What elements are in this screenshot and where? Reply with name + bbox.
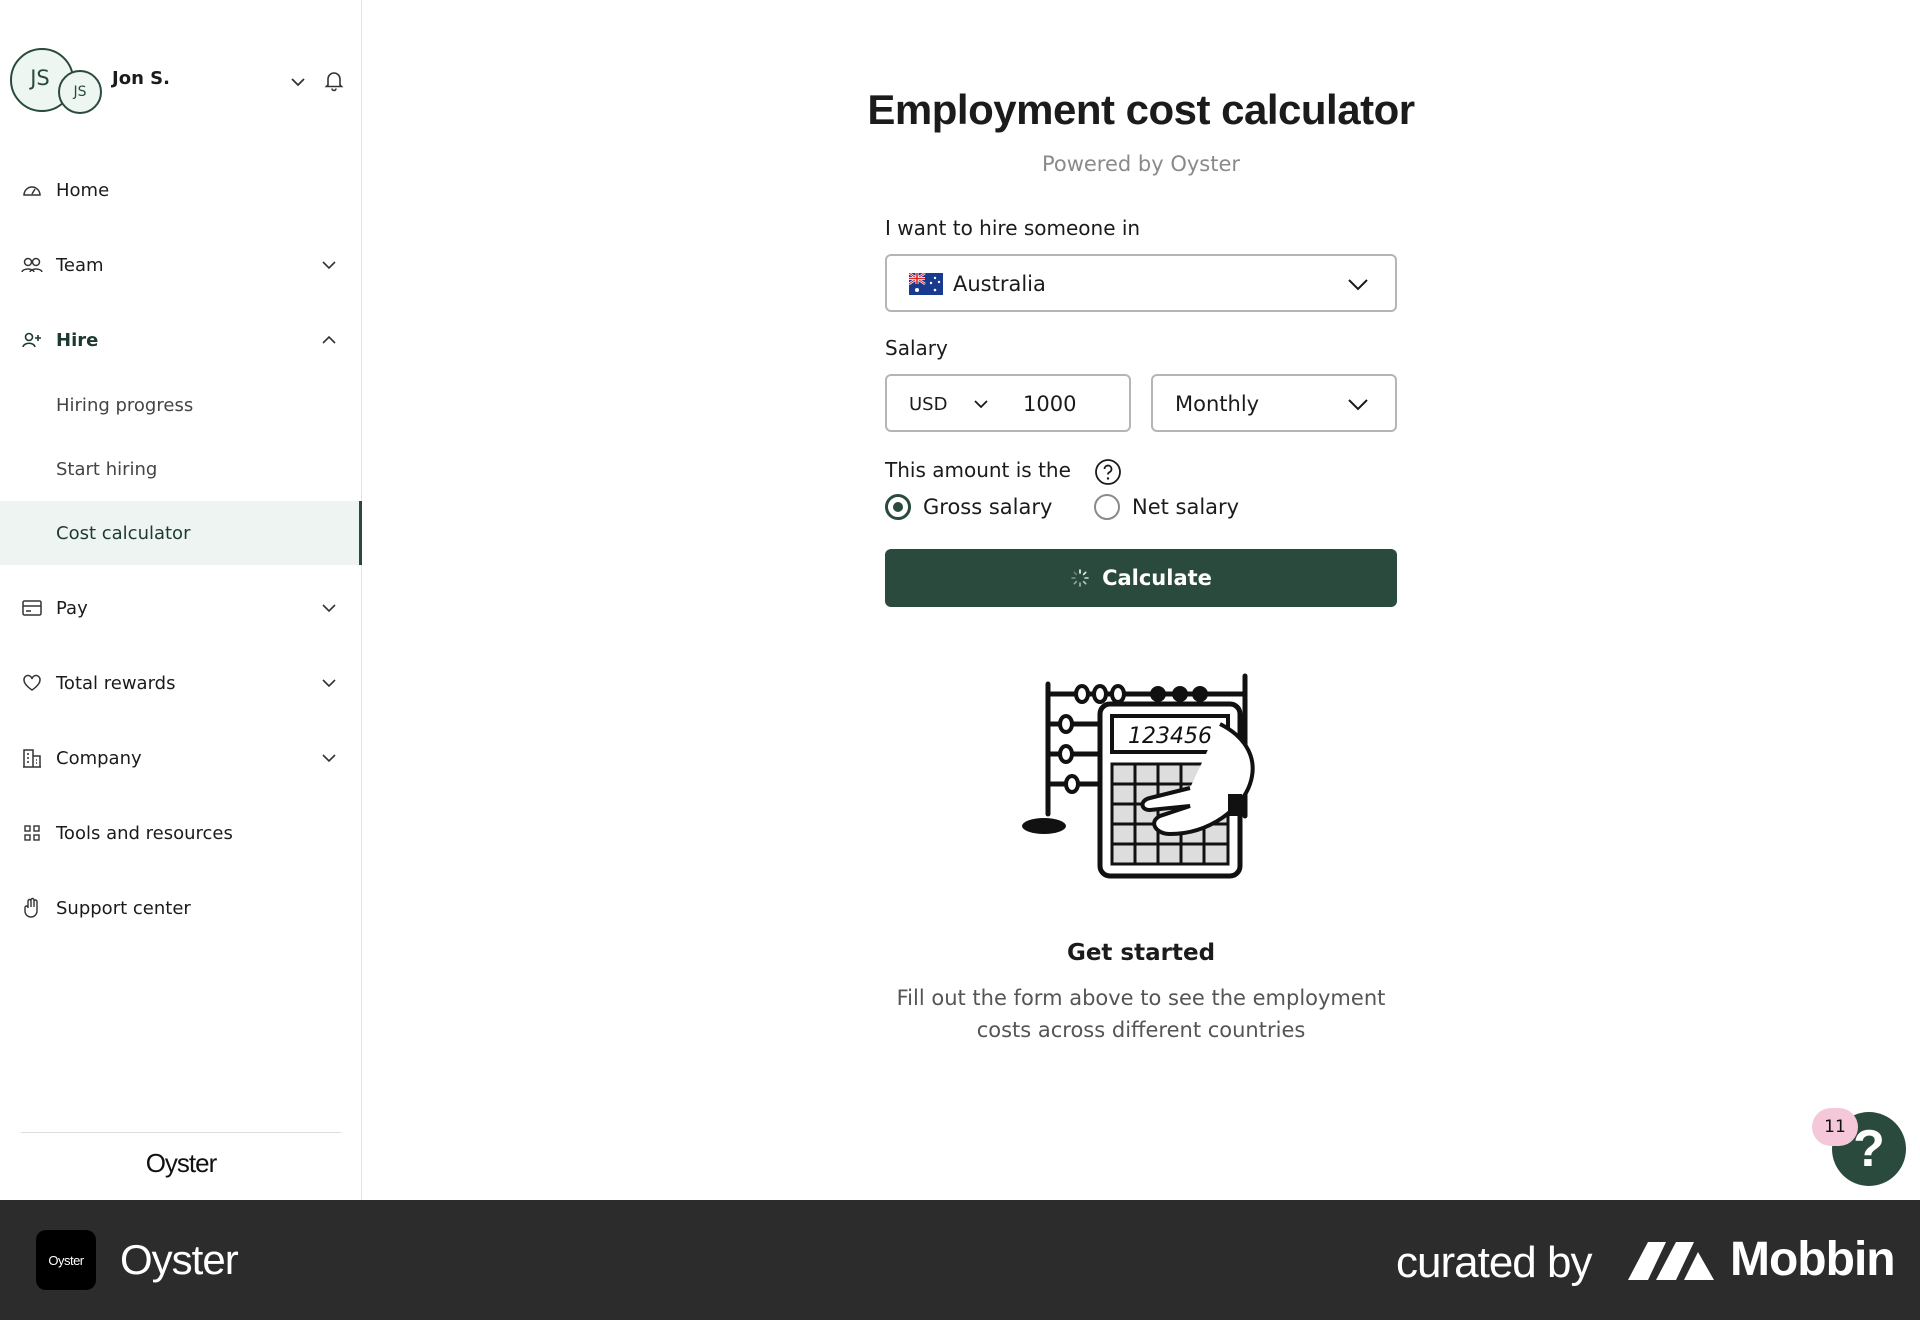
- radio-label: Net salary: [1132, 495, 1240, 519]
- page-title: Employment cost calculator: [867, 86, 1415, 133]
- amount-type-label: This amount is the: [885, 458, 1071, 482]
- oyster-logo: Oyster: [145, 1148, 218, 1178]
- salary-amount-field[interactable]: USD 1000: [885, 374, 1131, 432]
- heart-icon: [21, 672, 43, 694]
- salary-amount-input[interactable]: 1000: [1023, 392, 1076, 416]
- hand-icon: [21, 897, 43, 919]
- sidebar-item-label: Hiring progress: [56, 394, 194, 416]
- chevron-down-icon: [322, 604, 336, 613]
- sidebar-item-company[interactable]: Company: [0, 728, 362, 788]
- chevron-down-icon: [1348, 279, 1368, 291]
- sidebar-item-label: Support center: [56, 897, 191, 919]
- sidebar: JS JS Jon S. Home Team Hire Hiring progr…: [0, 0, 362, 1200]
- gauge-icon: [21, 179, 43, 201]
- sidebar-item-total-rewards[interactable]: Total rewards: [0, 653, 362, 713]
- app-name: Oyster: [120, 1236, 239, 1283]
- sidebar-item-team[interactable]: Team: [0, 235, 362, 295]
- card-icon: [21, 597, 43, 619]
- sidebar-item-label: Start hiring: [56, 458, 158, 480]
- svg-text:123456: 123456: [1128, 724, 1212, 749]
- bell-icon[interactable]: [322, 68, 346, 92]
- page-subtitle: Powered by Oyster: [1041, 152, 1241, 176]
- empty-state-text: Fill out the form above to see the emplo…: [896, 986, 1386, 1042]
- calculate-label: Calculate: [1102, 566, 1212, 590]
- divider: [21, 1132, 341, 1133]
- calculate-button[interactable]: Calculate: [885, 549, 1397, 607]
- radio-selected-indicator: [885, 494, 911, 520]
- question-circle-icon[interactable]: [1094, 458, 1122, 486]
- spinner-icon: [1071, 569, 1089, 587]
- building-icon: [21, 747, 43, 769]
- chevron-down-icon: [322, 261, 336, 270]
- chevron-down-icon[interactable]: [971, 394, 991, 414]
- sidebar-item-tools[interactable]: Tools and resources: [0, 803, 362, 863]
- sidebar-item-label: Home: [56, 179, 110, 201]
- empty-state-title: Get started: [1066, 940, 1216, 966]
- chevron-down-icon: [322, 679, 336, 688]
- australia-flag-icon: [909, 273, 943, 295]
- sidebar-item-start-hiring[interactable]: Start hiring: [0, 437, 362, 501]
- period-select[interactable]: Monthly: [1151, 374, 1397, 432]
- net-salary-radio[interactable]: Net salary: [1094, 492, 1239, 522]
- sidebar-item-label: Hire: [56, 329, 99, 351]
- curated-by-text: curated by: [1396, 1238, 1592, 1287]
- salary-label: Salary: [885, 336, 948, 360]
- sidebar-item-home[interactable]: Home: [0, 160, 362, 220]
- sidebar-item-label: Cost calculator: [56, 522, 191, 544]
- sidebar-item-label: Tools and resources: [56, 822, 233, 844]
- country-label: I want to hire someone in: [885, 216, 1141, 240]
- sidebar-item-label: Pay: [56, 597, 88, 619]
- period-value: Monthly: [1175, 392, 1260, 416]
- avatar-secondary: JS: [58, 70, 102, 114]
- radio-indicator: [1094, 494, 1120, 520]
- notification-badge: 11: [1812, 1108, 1858, 1146]
- sidebar-item-pay[interactable]: Pay: [0, 578, 362, 638]
- user-plus-icon: [21, 329, 43, 351]
- sidebar-item-hiring-progress[interactable]: Hiring progress: [0, 373, 362, 437]
- grid-icon: [21, 822, 43, 844]
- currency-select[interactable]: USD: [909, 394, 947, 415]
- user-name[interactable]: Jon S.: [112, 68, 170, 89]
- mobbin-logo-icon: [1628, 1242, 1714, 1280]
- app-icon: Oyster: [36, 1230, 96, 1290]
- sidebar-item-cost-calculator[interactable]: Cost calculator: [0, 501, 362, 565]
- footer-bar: Oyster Oyster curated by Mobbin: [0, 1200, 1920, 1320]
- country-value: Australia: [953, 272, 1046, 296]
- chevron-up-icon: [322, 335, 336, 344]
- chevron-down-icon: [322, 754, 336, 763]
- mobbin-wordmark: Mobbin: [1730, 1233, 1896, 1286]
- sidebar-item-label: Total rewards: [56, 672, 176, 694]
- sidebar-item-label: Company: [56, 747, 142, 769]
- user-menu[interactable]: JS JS Jon S.: [10, 48, 350, 114]
- sidebar-item-hire[interactable]: Hire: [0, 310, 362, 370]
- chevron-down-icon[interactable]: [288, 72, 308, 92]
- radio-label: Gross salary: [923, 495, 1053, 519]
- sidebar-item-support[interactable]: Support center: [0, 878, 362, 938]
- sidebar-item-label: Team: [56, 254, 104, 276]
- users-icon: [21, 254, 43, 276]
- gross-salary-radio[interactable]: Gross salary: [885, 492, 1052, 522]
- country-select[interactable]: Australia: [885, 254, 1397, 312]
- chevron-down-icon: [1348, 399, 1368, 411]
- abacus-calculator-illustration: 123456: [1022, 673, 1255, 879]
